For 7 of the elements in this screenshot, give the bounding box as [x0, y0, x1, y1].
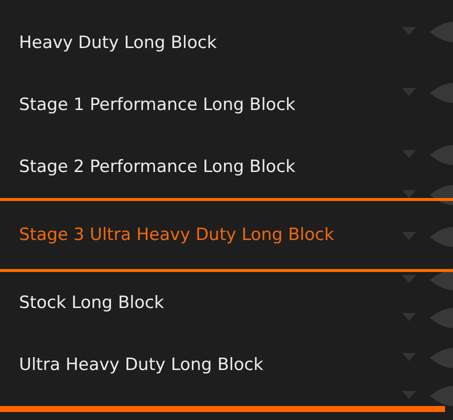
dropdown-option[interactable]: Stage 2 Performance Long Block — [0, 136, 453, 198]
dropdown-option[interactable]: Stock Long Block — [0, 272, 453, 334]
dropdown-option[interactable]: Stage 3 Ultra Heavy Duty Long Block — [0, 198, 453, 272]
caret-icon — [402, 190, 416, 198]
dropdown-option[interactable]: Heavy Duty Long Block — [0, 12, 453, 74]
dropdown-option[interactable]: Ultra Heavy Duty Long Block — [0, 334, 453, 396]
dropdown-option[interactable]: Stage 1 Performance Long Block — [0, 74, 453, 136]
